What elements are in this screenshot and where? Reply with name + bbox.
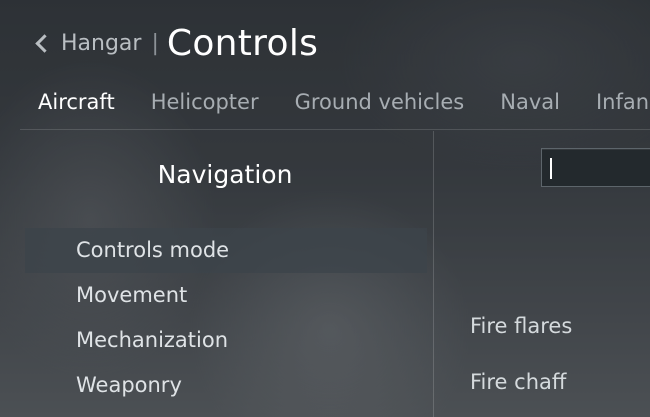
tab-naval[interactable]: Naval: [482, 84, 578, 129]
page-title: Controls: [166, 22, 319, 64]
nav-item-movement[interactable]: Movement: [25, 273, 427, 318]
search-input[interactable]: [542, 149, 650, 186]
navigation-list: Controls mode Movement Mechanization Wea…: [25, 228, 427, 408]
tab-helicopter[interactable]: Helicopter: [133, 84, 277, 129]
nav-item-controls-mode[interactable]: Controls mode: [25, 228, 427, 273]
header-separator: |: [151, 30, 159, 56]
tab-aircraft[interactable]: Aircraft: [20, 84, 133, 129]
vehicle-tabs: Aircraft Helicopter Ground vehicles Nava…: [20, 84, 650, 130]
tab-ground-vehicles[interactable]: Ground vehicles: [277, 84, 483, 129]
column-divider: [433, 131, 434, 417]
nav-item-weaponry[interactable]: Weaponry: [25, 363, 427, 408]
page-header: Hangar | Controls: [32, 18, 318, 68]
navigation-title: Navigation: [157, 160, 293, 189]
tab-infantry[interactable]: Infan: [578, 84, 650, 129]
nav-item-mechanization[interactable]: Mechanization: [25, 318, 427, 363]
text-cursor: [550, 158, 552, 179]
action-fire-chaff[interactable]: Fire chaff: [470, 370, 566, 394]
back-label: Hangar: [61, 30, 142, 56]
chevron-left-icon: [35, 33, 54, 53]
search-field-container: [541, 148, 650, 187]
back-to-hangar-link[interactable]: Hangar: [32, 31, 141, 56]
action-fire-flares[interactable]: Fire flares: [470, 314, 572, 338]
